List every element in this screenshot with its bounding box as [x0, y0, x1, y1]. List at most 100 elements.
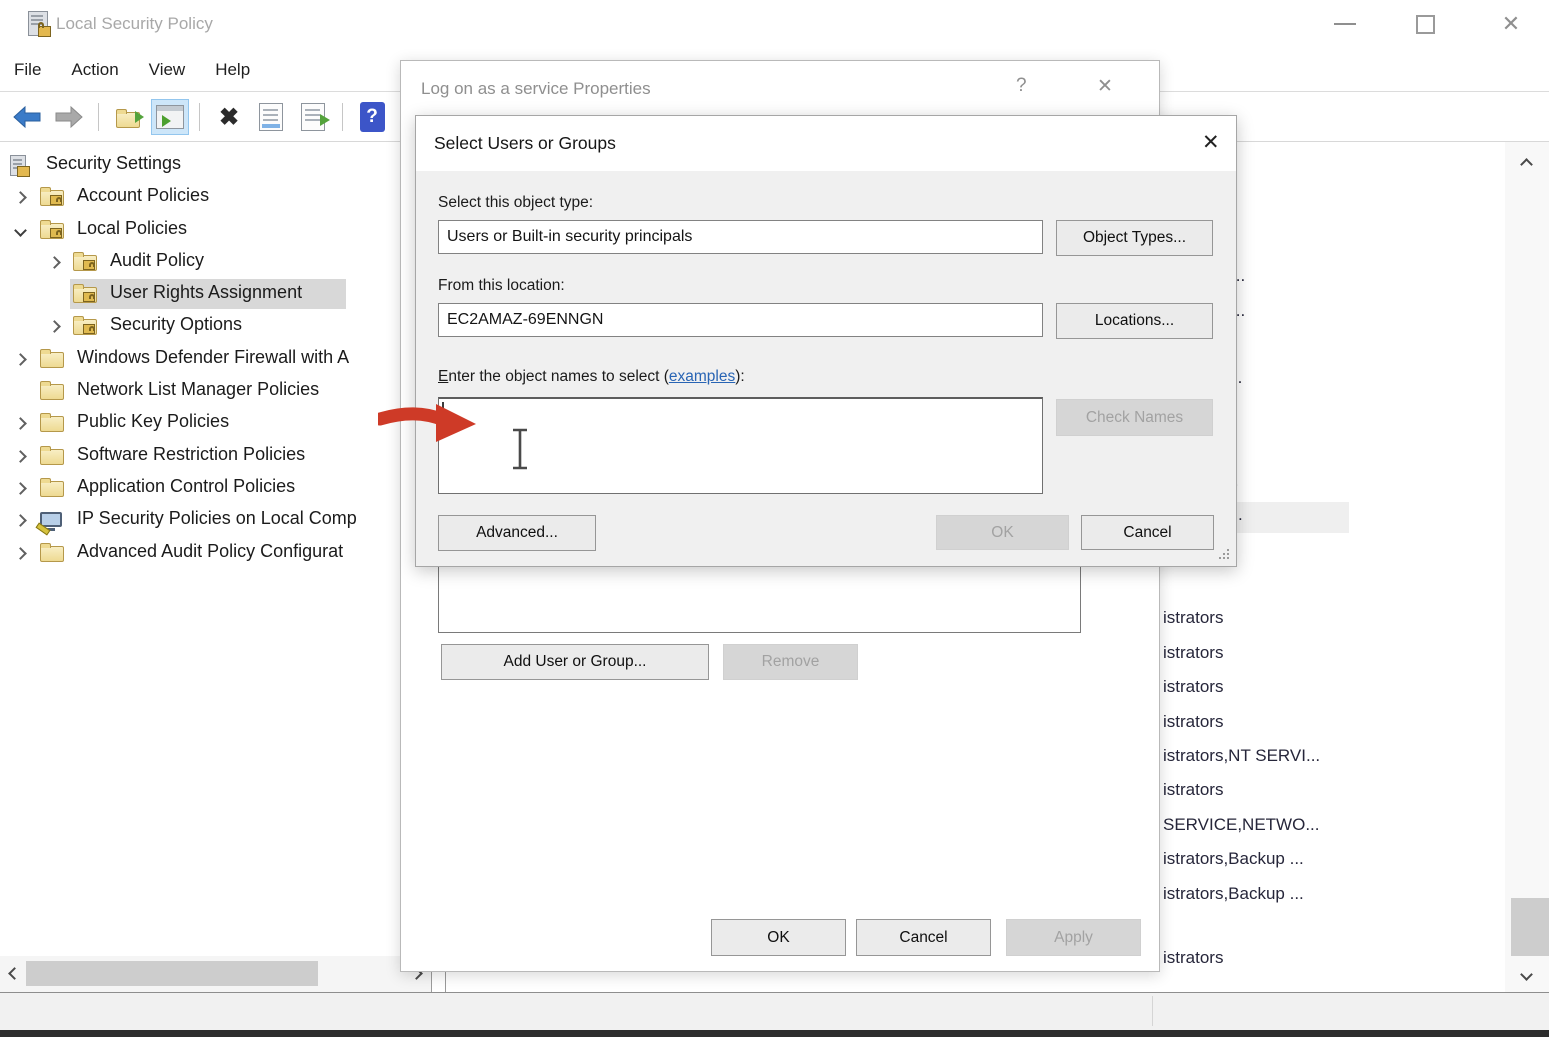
list-item[interactable]: istrators [1163, 780, 1223, 806]
menu-action[interactable]: Action [56, 60, 133, 80]
scroll-left-icon[interactable] [8, 967, 21, 980]
dialog-help-icon[interactable]: ? [1016, 75, 1027, 97]
dialog-close-icon[interactable]: ✕ [1202, 130, 1220, 155]
help-icon[interactable]: ? [353, 99, 391, 135]
console-tree-pane: Security Settings Account Policies Local… [0, 142, 432, 992]
chevron-right-icon[interactable] [14, 417, 27, 430]
list-item[interactable]: istrators,Backup ... [1163, 884, 1304, 910]
tree-item-user-rights-assignment[interactable]: User Rights Assignment [0, 279, 432, 311]
vertical-scroll-thumb[interactable] [1511, 898, 1549, 956]
red-arrow-annotation [378, 395, 482, 451]
chevron-right-icon[interactable] [14, 482, 27, 495]
list-item[interactable]: istrators [1163, 712, 1223, 738]
delete-icon[interactable]: ✖ [210, 99, 248, 135]
chevron-right-icon[interactable] [48, 256, 61, 269]
scroll-up-icon[interactable] [1520, 158, 1533, 171]
object-types-button[interactable]: Object Types... [1056, 220, 1213, 256]
location-field[interactable] [438, 303, 1043, 337]
list-item[interactable]: istrators [1163, 948, 1223, 974]
folder-icon [40, 543, 66, 565]
cancel-button[interactable]: Cancel [1081, 515, 1214, 550]
tree-item-network-list-manager[interactable]: Network List Manager Policies [0, 376, 432, 408]
chevron-right-icon[interactable] [14, 353, 27, 366]
cancel-button[interactable]: Cancel [856, 919, 991, 956]
tree-item-ip-security-policies[interactable]: IP Security Policies on Local Comp [0, 505, 432, 537]
tree-item-software-restriction[interactable]: Software Restriction Policies [0, 441, 432, 473]
tree-item-advanced-audit-policy[interactable]: Advanced Audit Policy Configurat [0, 538, 432, 570]
ok-button[interactable]: OK [711, 919, 846, 956]
forward-icon[interactable] [50, 99, 88, 135]
menu-help[interactable]: Help [200, 60, 265, 80]
examples-link[interactable]: examples [669, 368, 735, 385]
resize-grip[interactable] [1217, 547, 1229, 559]
list-item[interactable]: istrators [1163, 608, 1223, 634]
scroll-down-icon[interactable] [1520, 968, 1533, 981]
dialog-title-bar: Select Users or Groups ✕ [416, 116, 1236, 171]
dialog-title: Select Users or Groups [434, 133, 616, 154]
menu-file[interactable]: File [0, 60, 56, 80]
add-user-or-group-button[interactable]: Add User or Group... [441, 644, 709, 680]
list-item[interactable]: istrators [1163, 643, 1223, 669]
horizontal-scroll-thumb[interactable] [26, 961, 318, 986]
folder-icon [40, 349, 66, 371]
ibeam-cursor [507, 427, 533, 471]
toolbar-separator [199, 103, 200, 131]
tree-item-application-control[interactable]: Application Control Policies [0, 473, 432, 505]
tree-item-audit-policy[interactable]: Audit Policy [0, 247, 432, 279]
tree-item-local-policies[interactable]: Local Policies [0, 215, 432, 247]
export-folder-icon[interactable] [109, 99, 147, 135]
back-icon[interactable] [8, 99, 46, 135]
tree-item-windows-defender-firewall[interactable]: Windows Defender Firewall with A [0, 344, 432, 376]
app-icon-lock [38, 22, 44, 28]
object-type-field[interactable] [438, 220, 1043, 254]
folder-lock-icon [73, 316, 99, 338]
maximize-button[interactable] [1400, 0, 1450, 48]
window-title: Local Security Policy [56, 0, 213, 48]
toolbar-separator [98, 103, 99, 131]
dialog-close-icon[interactable]: ✕ [1097, 75, 1113, 98]
assigned-users-listbox[interactable] [438, 556, 1081, 633]
list-item[interactable]: istrators [1163, 677, 1223, 703]
apply-button: Apply [1006, 919, 1141, 956]
chevron-right-icon[interactable] [48, 320, 61, 333]
chevron-right-icon[interactable] [14, 547, 27, 560]
locations-button[interactable]: Locations... [1056, 303, 1213, 339]
list-item[interactable]: istrators,Backup ... [1163, 849, 1304, 875]
advanced-button[interactable]: Advanced... [438, 515, 596, 551]
status-bar-divider [1152, 996, 1153, 1026]
chevron-right-icon[interactable] [14, 514, 27, 527]
select-users-or-groups-dialog: Select Users or Groups ✕ Select this obj… [415, 115, 1237, 567]
horizontal-scrollbar[interactable] [0, 956, 431, 992]
tree-item-security-options[interactable]: Security Options [0, 311, 432, 343]
show-console-tree-icon[interactable] [151, 99, 189, 135]
dialog-title: Log on as a service Properties [421, 79, 651, 99]
location-label: From this location: [438, 277, 565, 295]
properties-icon[interactable] [252, 99, 290, 135]
chevron-right-icon[interactable] [14, 450, 27, 463]
folder-lock-icon [73, 252, 99, 274]
folder-icon [40, 446, 66, 468]
bottom-strip [0, 1030, 1549, 1037]
status-bar [0, 992, 1549, 1030]
toolbar-separator [342, 103, 343, 131]
menu-view[interactable]: View [134, 60, 201, 80]
title-bar: Local Security Policy ✕ [0, 0, 1549, 48]
list-item[interactable]: SERVICE,NETWO... [1163, 815, 1320, 841]
folder-icon [40, 478, 66, 500]
vertical-scrollbar[interactable] [1505, 142, 1549, 992]
computer-key-icon [40, 510, 66, 532]
local-security-policy-window: Local Security Policy ✕ File Action View… [0, 0, 1549, 1037]
export-list-icon[interactable] [294, 99, 332, 135]
folder-lock-icon [73, 284, 99, 306]
check-names-button: Check Names [1056, 399, 1213, 436]
folder-icon [40, 413, 66, 435]
object-type-label: Select this object type: [438, 194, 593, 212]
tree-item-security-settings[interactable]: Security Settings [0, 150, 432, 182]
list-item[interactable]: istrators,NT SERVI... [1163, 746, 1320, 772]
chevron-down-icon[interactable] [14, 224, 27, 237]
tree-item-account-policies[interactable]: Account Policies [0, 182, 432, 214]
tree-item-public-key-policies[interactable]: Public Key Policies [0, 408, 432, 440]
close-button[interactable]: ✕ [1486, 0, 1536, 48]
chevron-right-icon[interactable] [14, 191, 27, 204]
minimize-button[interactable] [1320, 0, 1370, 48]
